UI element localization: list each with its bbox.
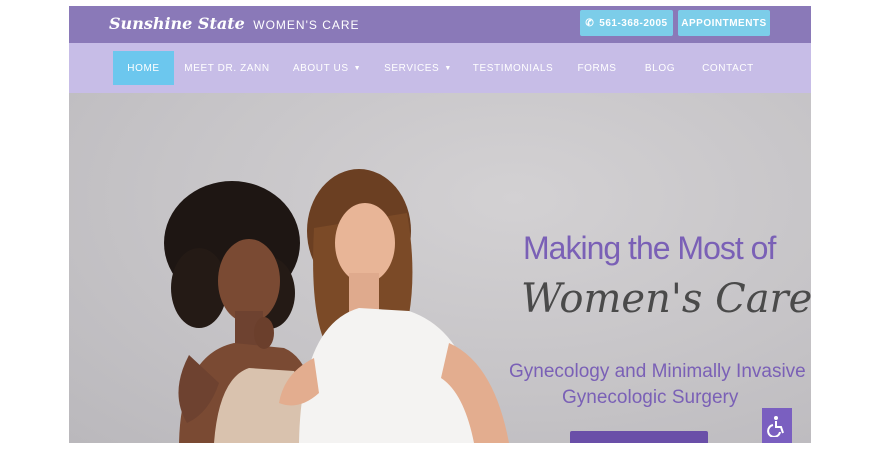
hero-subheading-line1: Gynecology and Minimally Invasive — [509, 361, 806, 382]
hero-heading-line1: Making the Most of — [523, 230, 776, 266]
hero-cta-button[interactable] — [570, 431, 708, 443]
nav-label: MEET DR. ZANN — [184, 62, 270, 74]
nav-item-testimonials[interactable]: TESTIMONIALS — [472, 51, 554, 85]
hero-subheading-line2: Gynecologic Surgery — [562, 387, 739, 408]
nav-label: FORMS — [577, 62, 617, 74]
nav-item-about-us[interactable]: ABOUT US ▼ — [291, 51, 363, 85]
nav-label: TESTIMONIALS — [472, 62, 554, 74]
caret-down-icon: ▼ — [353, 64, 362, 72]
caret-down-icon: ▼ — [444, 64, 452, 72]
phone-number: 561-368-2005 — [599, 17, 668, 29]
phone-icon: ✆ — [585, 17, 595, 29]
hero-heading-line2: Women's Care — [521, 276, 811, 322]
website: Sunshine State WOMEN'S CARE ✆ 561-368-20… — [69, 6, 811, 443]
hero-banner: Making the Most of Women's Care Gynecolo… — [69, 93, 811, 443]
nav-item-meet-dr-zann[interactable]: MEET DR. ZANN — [184, 51, 270, 85]
nav-item-blog[interactable]: BLOG — [642, 51, 678, 85]
wheelchair-icon — [767, 415, 784, 437]
nav-label: BLOG — [644, 62, 676, 74]
nav-label: CONTACT — [702, 62, 754, 74]
nav-label: ABOUT US — [292, 62, 349, 74]
nav-item-contact[interactable]: CONTACT — [701, 51, 755, 85]
main-nav: HOME MEET DR. ZANN ABOUT US ▼ SERVICES ▼… — [69, 43, 811, 93]
nav-label: HOME — [127, 62, 160, 74]
nav-label: SERVICES — [384, 62, 440, 74]
nav-item-services[interactable]: SERVICES ▼ — [384, 51, 452, 85]
logo-script-text: Sunshine State — [109, 14, 245, 33]
nav-item-home[interactable]: HOME — [113, 51, 174, 85]
nav-item-forms[interactable]: FORMS — [576, 51, 618, 85]
site-logo[interactable]: Sunshine State WOMEN'S CARE — [109, 14, 360, 34]
accessibility-button[interactable] — [762, 408, 792, 443]
appointments-button[interactable]: APPOINTMENTS — [678, 10, 770, 36]
top-bar: Sunshine State WOMEN'S CARE ✆ 561-368-20… — [69, 6, 811, 43]
logo-caps-text: WOMEN'S CARE — [253, 18, 360, 32]
phone-button[interactable]: ✆ 561-368-2005 — [580, 10, 673, 36]
